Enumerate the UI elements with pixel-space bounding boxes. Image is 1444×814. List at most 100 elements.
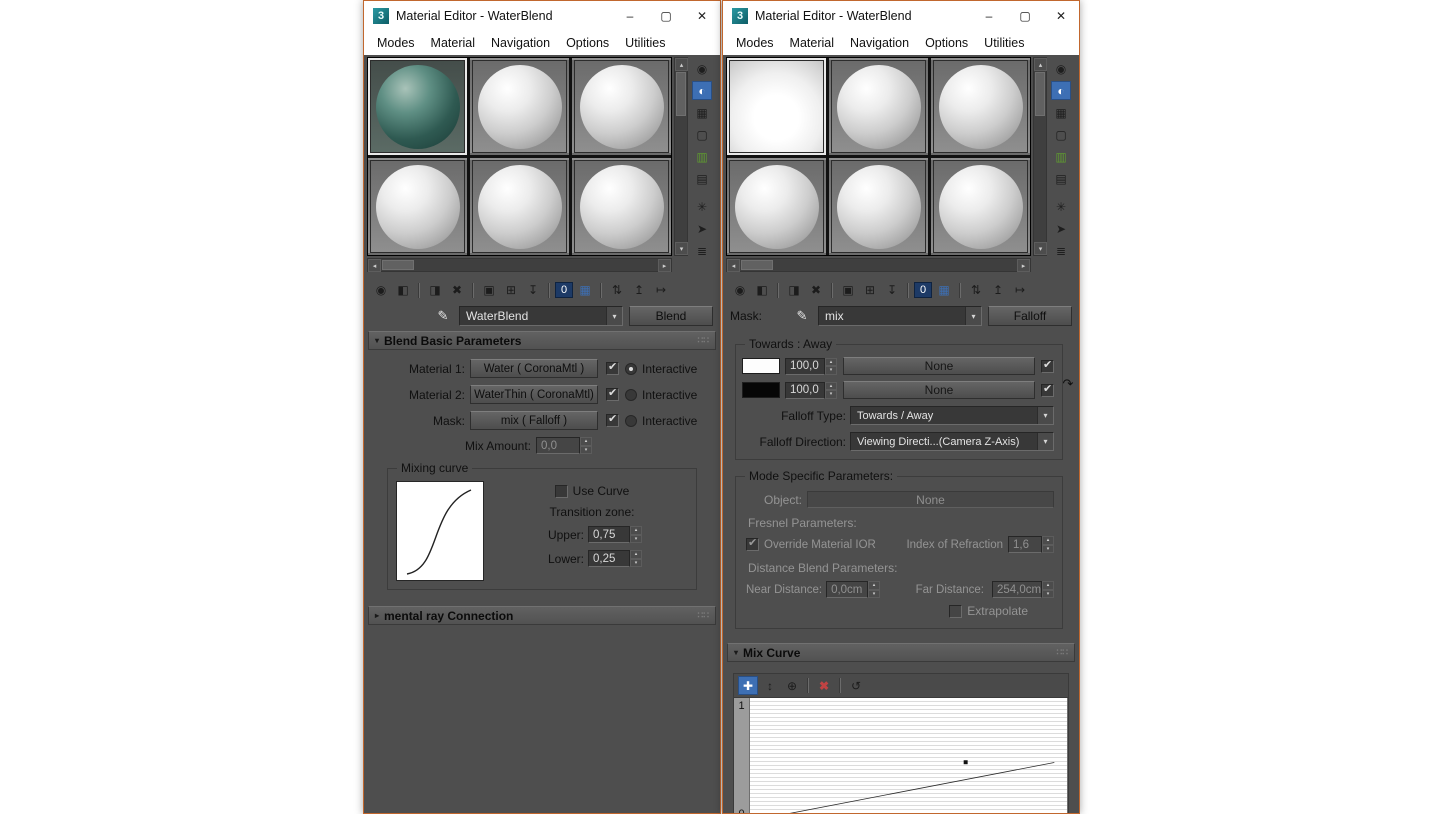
sample-uv-tiling-icon[interactable]: ▢ — [1051, 125, 1071, 144]
material-id-channel-icon[interactable]: 0 — [914, 282, 932, 298]
assign-material-to-selection-icon[interactable]: ◨ — [784, 281, 804, 299]
put-to-library-icon[interactable]: ↧ — [882, 281, 902, 299]
scroll-down-icon[interactable]: ▾ — [1034, 242, 1047, 255]
move-point-icon[interactable]: ✚ — [738, 676, 758, 695]
menu-navigation[interactable]: Navigation — [842, 36, 917, 50]
material2-enable-checkbox[interactable]: ✔ — [606, 387, 619, 401]
color1-swatch[interactable] — [742, 358, 780, 374]
material-map-navigator-icon[interactable]: ≣ — [692, 241, 712, 260]
samples-horizontal-scrollbar[interactable]: ◂ ▸ — [367, 258, 672, 272]
material-sample-slot[interactable] — [572, 158, 671, 255]
material-name-dropdown[interactable]: WaterBlend ▾ — [459, 306, 623, 326]
titlebar[interactable]: 3 Material Editor - WaterBlend – ▢ ✕ — [723, 1, 1079, 30]
generate-preview-icon[interactable]: ▤ — [692, 169, 712, 188]
video-color-check-icon[interactable]: ▥ — [692, 147, 712, 166]
background-icon[interactable]: ▦ — [1051, 103, 1071, 122]
options-icon[interactable]: ✳ — [1051, 197, 1071, 216]
menu-material[interactable]: Material — [423, 36, 483, 50]
color2-map-enable-checkbox[interactable]: ✔ — [1041, 383, 1054, 397]
rollout-mix-curve[interactable]: ▾ Mix Curve ∷∷ — [727, 643, 1075, 662]
show-shaded-in-viewport-icon[interactable]: ▦ — [575, 281, 595, 299]
spin-up-icon[interactable]: ▴ — [630, 550, 642, 559]
pan-icon[interactable]: ↺ — [846, 676, 866, 695]
make-unique-icon[interactable]: ⊞ — [860, 281, 880, 299]
menu-modes[interactable]: Modes — [369, 36, 423, 50]
menu-navigation[interactable]: Navigation — [483, 36, 558, 50]
reset-map-icon[interactable]: ✖ — [806, 281, 826, 299]
get-material-icon[interactable]: ◉ — [371, 281, 391, 299]
close-button[interactable]: ✕ — [684, 1, 720, 30]
map-type-button[interactable]: Falloff — [988, 306, 1072, 326]
reset-map-icon[interactable]: ✖ — [447, 281, 467, 299]
color1-map-button[interactable]: None — [843, 357, 1035, 375]
put-material-to-scene-icon[interactable]: ◧ — [393, 281, 413, 299]
swap-colors-icon[interactable]: ↷ — [1061, 371, 1075, 397]
material-sample-slot[interactable] — [727, 58, 826, 155]
sample-type-icon[interactable]: ◉ — [692, 59, 712, 78]
pick-material-eyedropper-icon[interactable]: ✎ — [433, 306, 453, 326]
spin-down-icon[interactable]: ▾ — [825, 366, 837, 375]
samples-horizontal-scrollbar[interactable]: ◂ ▸ — [726, 258, 1031, 272]
material1-button[interactable]: Water ( CoronaMtl ) — [470, 359, 598, 378]
scrollbar-thumb[interactable] — [676, 72, 686, 116]
minimize-button[interactable]: – — [612, 1, 648, 30]
make-material-copy-icon[interactable]: ▣ — [479, 281, 499, 299]
spin-up-icon[interactable]: ▴ — [825, 381, 837, 390]
scrollbar-track[interactable] — [415, 259, 658, 271]
backlight-icon[interactable]: ◐ — [1051, 81, 1071, 100]
scroll-left-icon[interactable]: ◂ — [368, 259, 381, 272]
show-end-result-icon[interactable]: ⇅ — [966, 281, 986, 299]
maximize-button[interactable]: ▢ — [1007, 1, 1043, 30]
minimize-button[interactable]: – — [971, 1, 1007, 30]
scroll-up-icon[interactable]: ▴ — [675, 58, 688, 71]
select-by-material-icon[interactable]: ➤ — [692, 219, 712, 238]
samples-vertical-scrollbar[interactable]: ▴ ▾ — [674, 57, 688, 256]
assign-material-to-selection-icon[interactable]: ◨ — [425, 281, 445, 299]
material-sample-slot[interactable] — [368, 158, 467, 255]
show-end-result-icon[interactable]: ⇅ — [607, 281, 627, 299]
menu-material[interactable]: Material — [782, 36, 842, 50]
samples-vertical-scrollbar[interactable]: ▴ ▾ — [1033, 57, 1047, 256]
material-sample-slot[interactable] — [931, 58, 1030, 155]
video-color-check-icon[interactable]: ▥ — [1051, 147, 1071, 166]
material1-interactive-radio[interactable] — [625, 362, 637, 375]
add-point-icon[interactable]: ⊕ — [782, 676, 802, 695]
color1-amount-spinner[interactable]: 100,0 ▴ ▾ — [785, 357, 837, 375]
sample-type-icon[interactable]: ◉ — [1051, 59, 1071, 78]
scroll-left-icon[interactable]: ◂ — [727, 259, 740, 272]
color1-map-enable-checkbox[interactable]: ✔ — [1041, 359, 1054, 373]
spin-down-icon[interactable]: ▾ — [825, 390, 837, 399]
maximize-button[interactable]: ▢ — [648, 1, 684, 30]
select-by-material-icon[interactable]: ➤ — [1051, 219, 1071, 238]
go-forward-to-sibling-icon[interactable]: ↦ — [1010, 281, 1030, 299]
falloff-direction-dropdown[interactable]: Viewing Directi...(Camera Z-Axis) ▾ — [850, 432, 1054, 451]
color2-amount-value[interactable]: 100,0 — [785, 381, 825, 399]
color2-swatch[interactable] — [742, 382, 780, 398]
upper-value[interactable]: 0,75 — [588, 526, 630, 543]
scroll-right-icon[interactable]: ▸ — [1017, 259, 1030, 272]
falloff-type-dropdown[interactable]: Towards / Away ▾ — [850, 406, 1054, 425]
scrollbar-thumb[interactable] — [382, 260, 414, 270]
spin-up-icon[interactable]: ▴ — [825, 357, 837, 366]
color1-amount-value[interactable]: 100,0 — [785, 357, 825, 375]
material-sample-slot[interactable] — [368, 58, 467, 155]
make-material-copy-icon[interactable]: ▣ — [838, 281, 858, 299]
go-forward-to-sibling-icon[interactable]: ↦ — [651, 281, 671, 299]
material-type-button[interactable]: Blend — [629, 306, 713, 326]
go-to-parent-icon[interactable]: ↥ — [988, 281, 1008, 299]
material-sample-slot[interactable] — [829, 158, 928, 255]
scrollbar-thumb[interactable] — [1035, 72, 1045, 116]
scrollbar-track[interactable] — [1034, 117, 1046, 242]
material-id-channel-icon[interactable]: 0 — [555, 282, 573, 298]
scroll-down-icon[interactable]: ▾ — [675, 242, 688, 255]
scrollbar-track[interactable] — [774, 259, 1017, 271]
titlebar[interactable]: 3 Material Editor - WaterBlend – ▢ ✕ — [364, 1, 720, 30]
material-sample-slot[interactable] — [470, 58, 569, 155]
spin-down-icon[interactable]: ▾ — [630, 558, 642, 567]
pick-material-eyedropper-icon[interactable]: ✎ — [792, 306, 812, 326]
mask-button[interactable]: mix ( Falloff ) — [470, 411, 598, 430]
scale-point-icon[interactable]: ↕ — [760, 676, 780, 695]
backlight-icon[interactable]: ◐ — [692, 81, 712, 100]
material2-button[interactable]: WaterThin ( CoronaMtl) — [470, 385, 598, 404]
show-shaded-in-viewport-icon[interactable]: ▦ — [934, 281, 954, 299]
